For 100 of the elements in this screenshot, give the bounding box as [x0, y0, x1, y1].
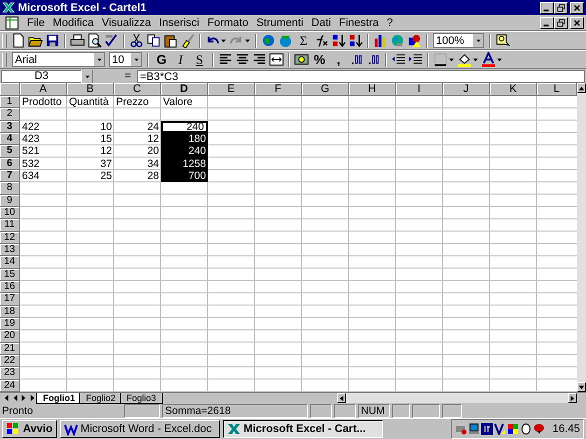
font-size-box[interactable]: 10: [109, 52, 142, 67]
column-header[interactable]: J: [443, 83, 490, 96]
close-icon[interactable]: [570, 16, 584, 28]
row-header[interactable]: 17: [0, 293, 20, 306]
mouse-icon[interactable]: [520, 423, 532, 435]
column-header[interactable]: F: [255, 83, 302, 96]
row-header[interactable]: 21: [0, 342, 20, 355]
menu-item[interactable]: Formato: [203, 16, 252, 28]
menu-item[interactable]: Modifica: [48, 16, 98, 28]
fill-color-icon[interactable]: [457, 52, 472, 67]
last-sheet-icon[interactable]: [29, 394, 37, 402]
row-header[interactable]: 23: [0, 367, 20, 380]
minimize-icon[interactable]: [540, 2, 554, 14]
align-left-icon[interactable]: [218, 52, 233, 67]
row-header[interactable]: 6: [0, 158, 20, 170]
menu-item[interactable]: ?: [382, 16, 397, 28]
language-icon[interactable]: [481, 423, 494, 435]
save-icon[interactable]: [45, 33, 60, 48]
chart-icon[interactable]: [373, 33, 388, 48]
antivirus-icon[interactable]: [494, 423, 506, 435]
zoom-box[interactable]: 100%: [433, 33, 484, 48]
row-header[interactable]: 16: [0, 280, 20, 294]
row-header[interactable]: 1: [0, 96, 20, 108]
printer-icon[interactable]: [70, 33, 85, 48]
merge-center-icon[interactable]: [269, 52, 284, 67]
scissors-icon[interactable]: [129, 33, 144, 48]
column-header[interactable]: K: [490, 83, 537, 96]
column-header[interactable]: C: [114, 83, 161, 96]
row-header[interactable]: 7: [0, 170, 20, 182]
row-header[interactable]: 9: [0, 194, 20, 207]
row-header[interactable]: 3: [0, 120, 20, 133]
drawing-tools-icon[interactable]: [407, 33, 422, 48]
taskbar-button[interactable]: Microsoft Word - Excel.doc: [60, 420, 220, 438]
percent-button[interactable]: %: [312, 52, 327, 68]
row-header[interactable]: 15: [0, 268, 20, 281]
select-all-button[interactable]: [0, 83, 20, 96]
formula-field[interactable]: =B3*C3: [137, 70, 585, 82]
print-preview-icon[interactable]: [87, 33, 102, 48]
row-header[interactable]: 5: [0, 145, 20, 158]
row-header[interactable]: 24: [0, 380, 20, 392]
new-document-icon[interactable]: [11, 33, 26, 48]
spelling-icon[interactable]: [104, 33, 119, 48]
column-header[interactable]: I: [396, 83, 443, 96]
column-header[interactable]: B: [67, 83, 114, 96]
vertical-scrollbar[interactable]: [577, 83, 586, 392]
row-header[interactable]: 18: [0, 306, 20, 318]
sort-ascending-icon[interactable]: [331, 33, 346, 48]
menu-item[interactable]: Finestra: [334, 16, 383, 28]
autosum-button[interactable]: Σ: [296, 32, 311, 48]
underline-button[interactable]: S: [192, 52, 207, 68]
sort-descending-icon[interactable]: [348, 33, 363, 48]
edit-formula-button[interactable]: =: [120, 70, 135, 82]
column-header[interactable]: G: [302, 83, 349, 96]
menu-item[interactable]: Strumenti: [252, 16, 308, 28]
column-header[interactable]: L: [537, 83, 577, 96]
function-icon[interactable]: [314, 33, 329, 48]
column-header[interactable]: E: [208, 83, 255, 96]
row-header[interactable]: 11: [0, 219, 20, 232]
comma-style-button[interactable]: ,: [331, 52, 346, 68]
workbook-icon[interactable]: [5, 16, 19, 30]
name-box[interactable]: D3: [1, 70, 93, 82]
restore-icon[interactable]: [554, 16, 568, 28]
help-icon[interactable]: [495, 33, 510, 48]
row-header[interactable]: 4: [0, 132, 20, 146]
row-header[interactable]: 22: [0, 354, 20, 368]
column-header[interactable]: H: [349, 83, 396, 96]
first-sheet-icon[interactable]: [2, 394, 10, 402]
start-button[interactable]: Avvio: [2, 420, 57, 438]
colored-squares-icon[interactable]: [507, 423, 520, 435]
restore-icon[interactable]: [554, 2, 568, 14]
next-sheet-icon[interactable]: [20, 394, 28, 402]
menu-item[interactable]: Inserisci: [155, 16, 204, 28]
row-header[interactable]: 12: [0, 232, 20, 244]
paintbrush-icon[interactable]: [180, 33, 195, 48]
currency-icon[interactable]: [294, 52, 309, 67]
sheet-tab[interactable]: Foglio1: [36, 392, 82, 404]
speech-bubble-icon[interactable]: [533, 423, 546, 435]
borders-icon[interactable]: [433, 52, 448, 67]
bold-button[interactable]: G: [154, 52, 169, 68]
sheet-tab[interactable]: Foglio3: [120, 392, 164, 404]
font-color-icon[interactable]: [481, 52, 496, 67]
previous-sheet-icon[interactable]: [11, 394, 19, 402]
row-header[interactable]: 10: [0, 206, 20, 220]
row-header[interactable]: 14: [0, 256, 20, 269]
row-header[interactable]: 13: [0, 244, 20, 256]
align-center-icon[interactable]: [235, 52, 250, 67]
copy-icon[interactable]: [146, 33, 161, 48]
close-icon[interactable]: [570, 2, 584, 14]
column-header[interactable]: A: [20, 83, 67, 96]
align-right-icon[interactable]: [252, 52, 267, 67]
monitor-icon[interactable]: [468, 423, 480, 435]
row-header[interactable]: 20: [0, 330, 20, 343]
italic-button[interactable]: I: [173, 52, 188, 68]
font-box[interactable]: Arial: [12, 52, 105, 67]
minimize-icon[interactable]: [540, 16, 554, 28]
scroll-right-icon[interactable]: [569, 394, 576, 402]
scroll-left-icon[interactable]: [338, 394, 345, 402]
row-header[interactable]: 2: [0, 108, 20, 121]
menu-item[interactable]: Dati: [307, 16, 335, 28]
horizontal-scrollbar[interactable]: [337, 393, 577, 403]
